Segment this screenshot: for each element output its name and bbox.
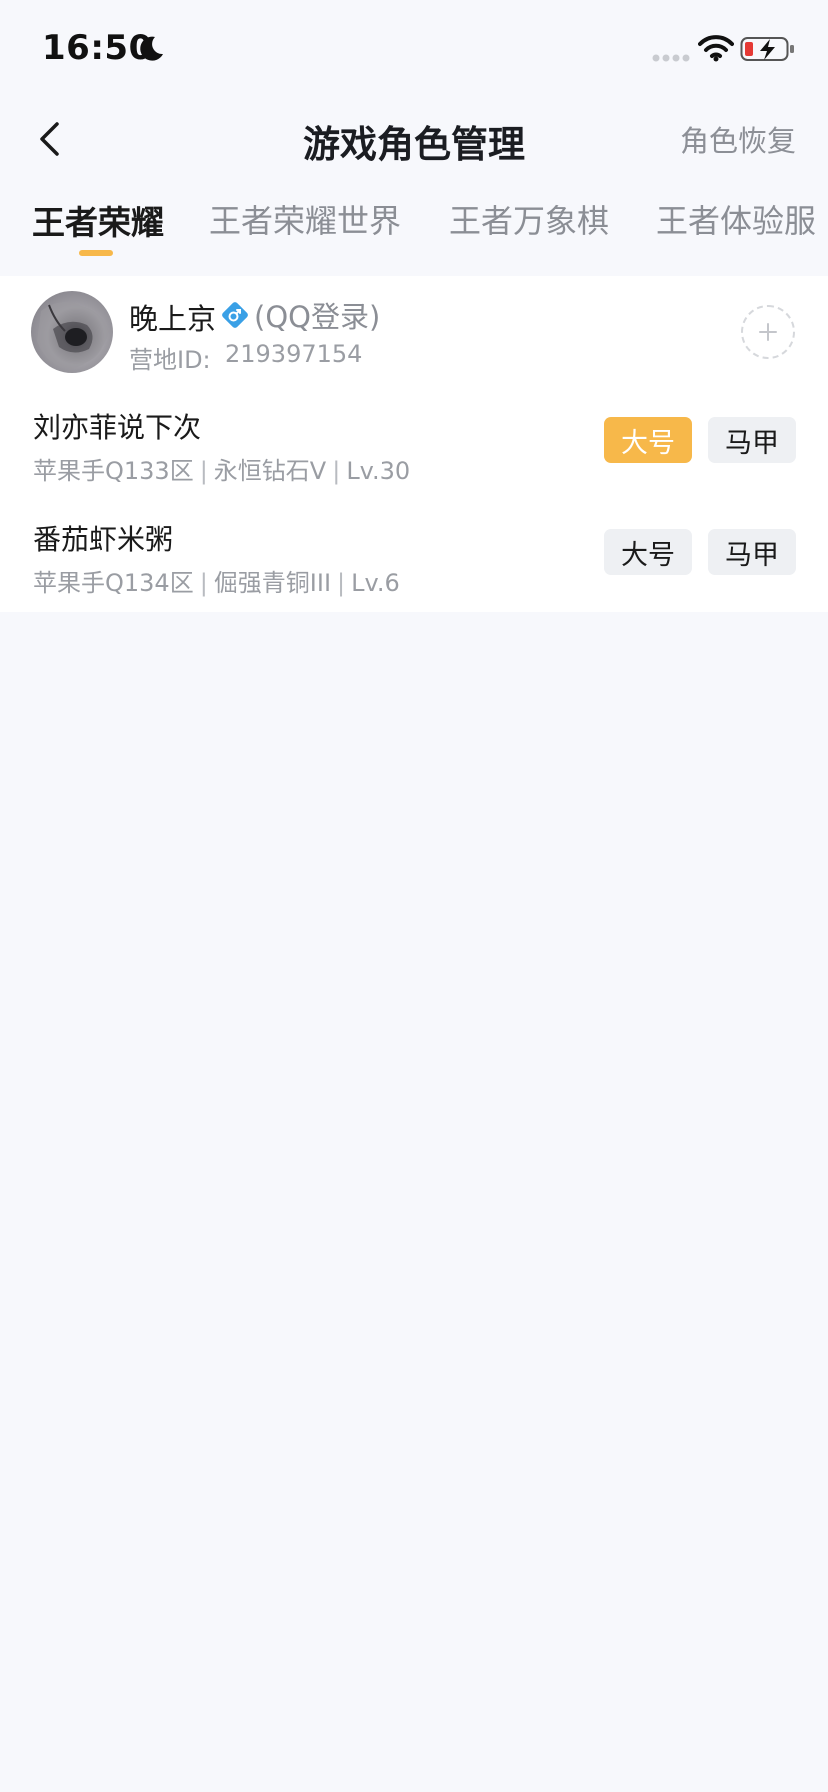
add-role-button[interactable] (741, 305, 795, 359)
camp-id-label: 营地ID: (129, 346, 211, 374)
alt-account-tag[interactable]: 马甲 (708, 417, 796, 463)
role-row: 番茄虾米粥 苹果手Q134区 | 倔强青铜III | Lv.6 大号 马甲 (0, 518, 828, 628)
avatar[interactable] (31, 291, 113, 373)
male-gender-icon (222, 302, 248, 328)
separator: | (199, 457, 208, 485)
login-type: (QQ登录) (254, 300, 381, 334)
tab-experience-server[interactable]: 王者体验服 (656, 196, 816, 242)
screen: 16:50 游戏角色管理 角色恢复 王者荣耀 王者荣耀世界 王者万象棋 王者体验… (0, 0, 828, 1792)
separator: | (337, 569, 346, 597)
role-level: Lv.6 (351, 569, 400, 597)
moon-icon (140, 36, 163, 61)
signal-icon (652, 54, 690, 62)
tab-kings-chess[interactable]: 王者万象棋 (449, 196, 609, 242)
role-name: 番茄虾米粥 (33, 523, 174, 556)
role-restore-link[interactable]: 角色恢复 (680, 118, 796, 160)
tab-honor-of-kings-world[interactable]: 王者荣耀世界 (209, 196, 401, 242)
status-bar: 16:50 (0, 0, 828, 100)
role-row: 刘亦菲说下次 苹果手Q133区 | 永恒钻石V | Lv.30 大号 马甲 (0, 406, 828, 516)
role-rank: 永恒钻石V (213, 457, 327, 485)
account-card: 晚上京 (QQ登录) 营地ID: 219397154 刘亦菲说下次 苹果手Q13… (0, 276, 828, 612)
role-server: 苹果手Q134区 (33, 569, 194, 597)
role-server: 苹果手Q133区 (33, 457, 194, 485)
plus-icon (759, 323, 777, 341)
alt-account-tag[interactable]: 马甲 (708, 529, 796, 575)
role-name: 刘亦菲说下次 (33, 411, 202, 444)
avatar-image (37, 302, 109, 369)
tab-honor-of-kings[interactable]: 王者荣耀 (32, 196, 164, 244)
game-tabs: 王者荣耀 王者荣耀世界 王者万象棋 王者体验服 (0, 196, 828, 262)
battery-icon (740, 37, 794, 61)
wifi-icon (698, 35, 734, 62)
separator: | (199, 569, 208, 597)
role-info: 苹果手Q134区 | 倔强青铜III | Lv.6 (33, 563, 400, 598)
role-rank: 倔强青铜III (213, 569, 332, 597)
camp-id-value: 219397154 (225, 340, 363, 368)
active-tab-indicator (79, 250, 113, 256)
role-info: 苹果手Q133区 | 永恒钻石V | Lv.30 (33, 451, 410, 486)
separator: | (332, 457, 341, 485)
user-name: 晚上京 (129, 302, 217, 336)
header: 游戏角色管理 角色恢复 (0, 100, 828, 180)
main-account-tag[interactable]: 大号 (604, 417, 692, 463)
main-account-tag[interactable]: 大号 (604, 529, 692, 575)
role-level: Lv.30 (346, 457, 411, 485)
